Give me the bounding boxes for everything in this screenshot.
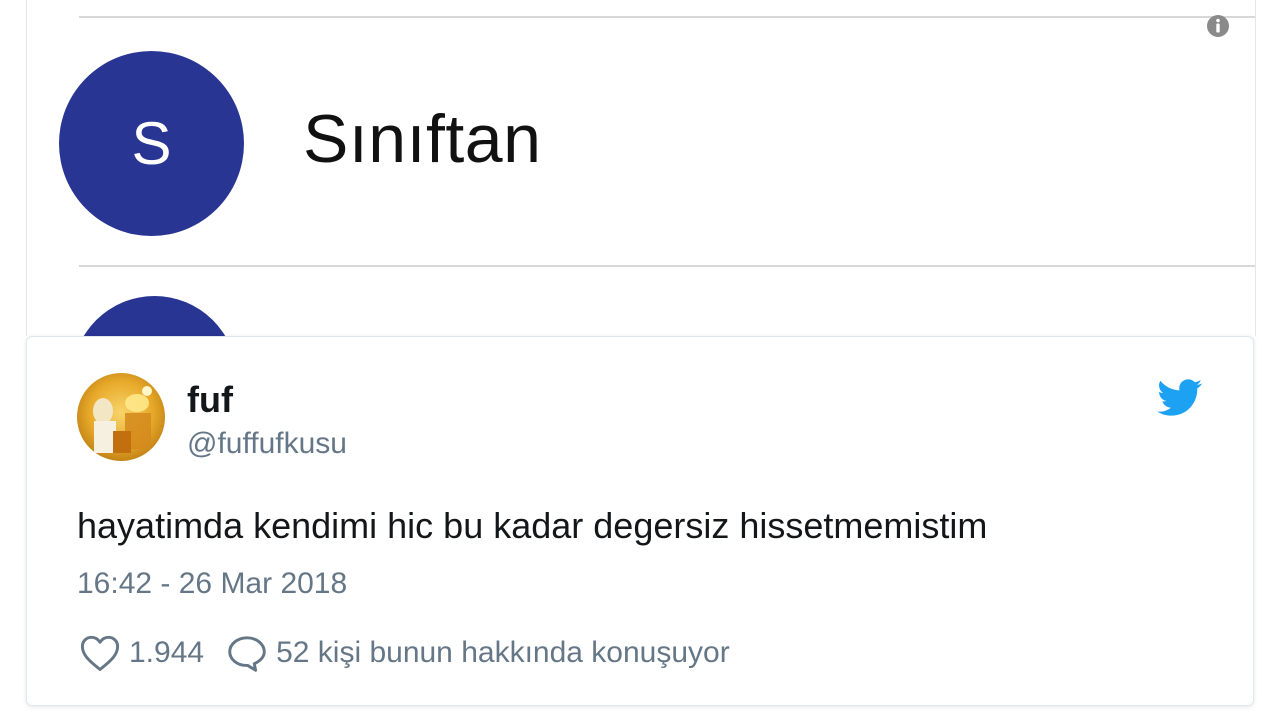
divider bbox=[79, 265, 1255, 267]
twitter-bird-icon[interactable] bbox=[1157, 379, 1203, 417]
tweet-card: fuf @fuffufkusu hayatimda kendimi hic bu… bbox=[26, 336, 1254, 706]
contact-list-panel: S Sınıftan bbox=[26, 0, 1256, 336]
conversation-link[interactable]: 52 kişi bunun hakkında konuşuyor bbox=[276, 636, 730, 670]
tweet-text: hayatimda kendimi hic bu kadar degersiz … bbox=[77, 505, 988, 546]
user-handle[interactable]: @fuffufkusu bbox=[187, 427, 347, 461]
profile-avatar[interactable] bbox=[77, 373, 165, 461]
divider bbox=[79, 16, 1255, 18]
tweet-actions: 1.944 52 kişi bunun hakkında konuşuyor bbox=[79, 633, 730, 673]
profile-photo-image bbox=[77, 373, 165, 461]
reply-bubble-icon[interactable] bbox=[226, 634, 268, 672]
contact-avatar[interactable]: S bbox=[59, 51, 244, 236]
like-count[interactable]: 1.944 bbox=[129, 636, 204, 670]
avatar-letter: S bbox=[131, 110, 172, 177]
heart-icon[interactable] bbox=[79, 634, 121, 672]
tweet-timestamp[interactable]: 16:42 - 26 Mar 2018 bbox=[77, 567, 347, 601]
contact-avatar[interactable] bbox=[72, 296, 237, 336]
contact-name[interactable]: Sınıftan bbox=[303, 100, 541, 178]
screenshot: S Sınıftan fuf @fuffufkusu hayatimda ken… bbox=[0, 0, 1280, 720]
info-icon[interactable] bbox=[1206, 14, 1230, 38]
display-name[interactable]: fuf bbox=[187, 379, 233, 421]
